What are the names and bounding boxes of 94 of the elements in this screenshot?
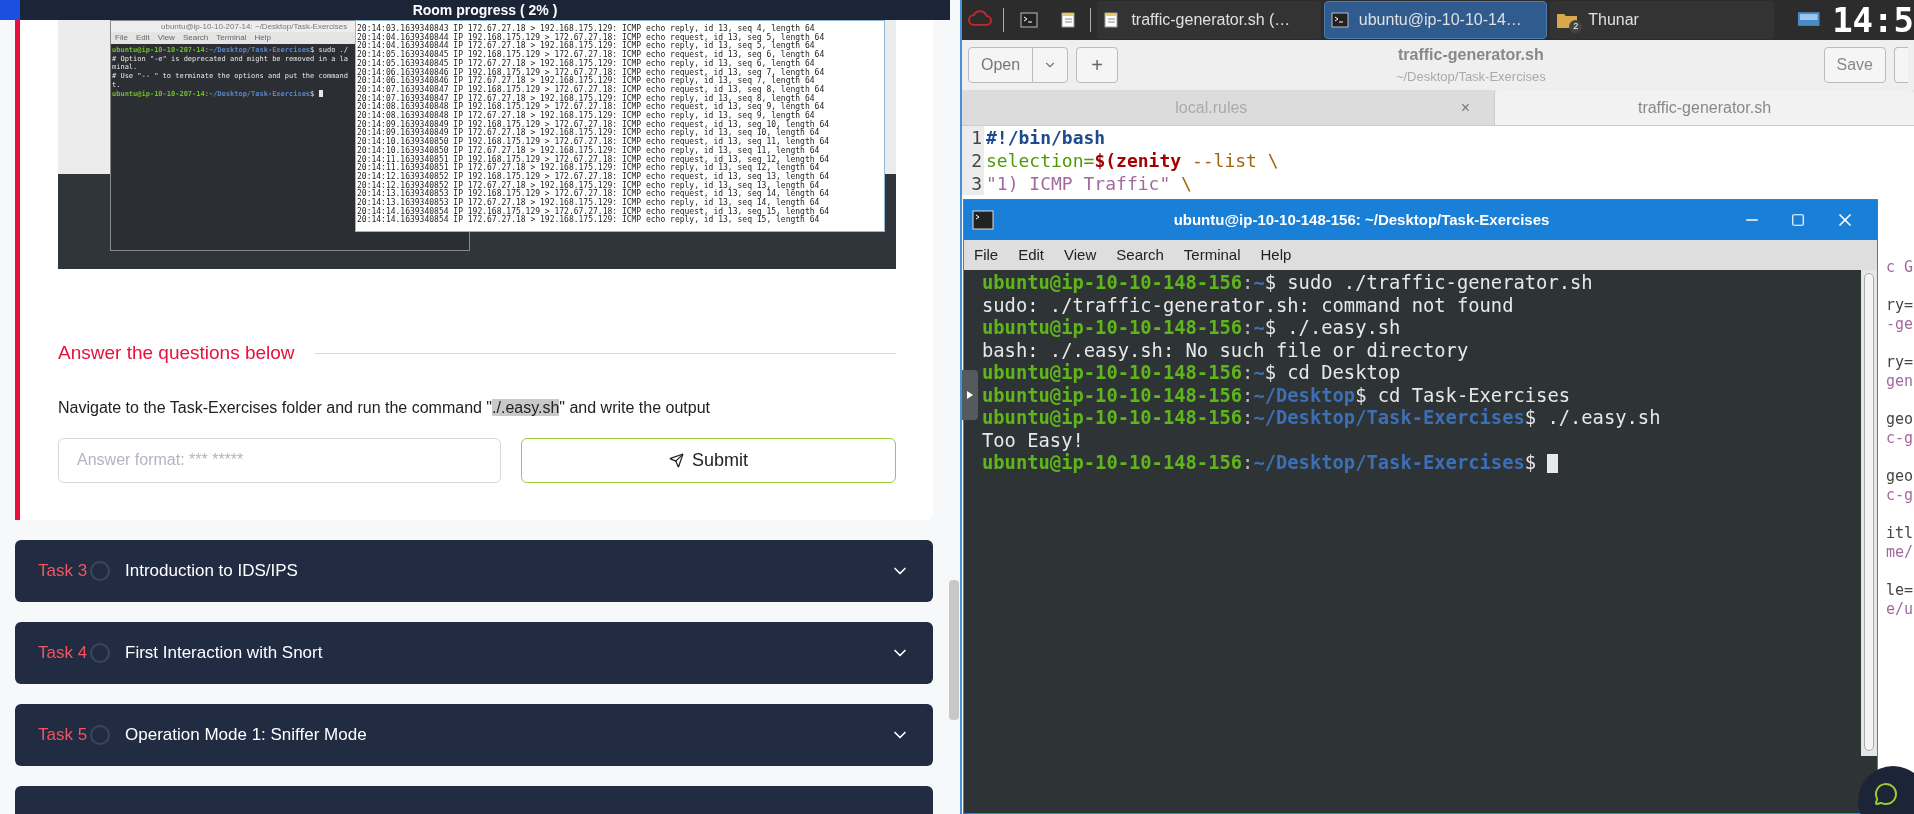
task-label: Task 4	[38, 641, 89, 664]
section-heading: Answer the questions below	[58, 341, 295, 365]
code-fragment: c-g	[1885, 486, 1913, 505]
menu-item[interactable]: Edit	[1018, 243, 1045, 267]
maximize-icon[interactable]	[1791, 213, 1805, 227]
question-text: Navigate to the Task-Exercises folder and run the command "./.easy.sh" and write the output	[58, 397, 711, 418]
side-panel-handle[interactable]	[962, 370, 978, 420]
menu-item[interactable]: Edit	[135, 33, 150, 43]
answer-field[interactable]: Answer format: *** *****	[58, 437, 501, 483]
capture-line: 20:14:14.1639340854 IP 172.67.27.18 > 192.168.175.129: ICMP echo reply, id 13, seq 15, length 64	[357, 216, 821, 226]
terminal-icon	[1330, 12, 1349, 28]
clock: 14:5	[1832, 3, 1914, 37]
editor-subtitle: ~/Desktop/Task-Exercises	[1395, 68, 1546, 87]
menu-item[interactable]: Help	[1260, 243, 1292, 267]
room-progress-banner: Room progress ( 2% )	[20, 0, 950, 20]
chat-icon	[1874, 782, 1898, 806]
line-number: 1	[962, 126, 984, 149]
capture-line: 20:14:07.1639340847 IP 192.168.175.129 > 172.67.27.18: ICMP echo request, id 13, seq 8, length 64	[357, 85, 826, 95]
task-label: Task 3	[38, 559, 89, 582]
menu-item[interactable]: Terminal	[216, 33, 247, 43]
terminal-line: ubuntu@ip-10-10-148-156:~/Desktop/Task-Exercises$	[982, 452, 1861, 475]
window-title: ubuntu@ip-10-10-148-156: ~/Desktop/Task-Exercises	[1172, 209, 1551, 230]
code-fragment: ry=	[1885, 296, 1913, 315]
menu-item[interactable]: File	[974, 243, 999, 267]
task-title: First Interaction with Snort	[125, 641, 324, 664]
terminal-line: Too Easy!	[982, 429, 1085, 452]
taskbar-button[interactable]: 2 Thunar	[1550, 1, 1774, 39]
scrollbar-thumb[interactable]	[949, 580, 959, 720]
terminal-line: bash: ./.easy.sh: No such file or directory	[982, 339, 1470, 362]
code-fragment: -ge	[1885, 315, 1913, 334]
open-button[interactable]: Open	[968, 47, 1069, 83]
header-strip	[0, 0, 20, 20]
editor-tab[interactable]: traffic-generator.sh	[1494, 90, 1914, 125]
code-fragment: itl	[1885, 524, 1913, 543]
taskbar-button[interactable]: traffic-generator.sh (…	[1097, 1, 1321, 39]
code-fragment: ry=	[1885, 353, 1913, 372]
task-title: Introduction to IDS/IPS	[125, 559, 299, 582]
line-number: 2	[962, 149, 984, 172]
count-badge: 2	[1569, 20, 1583, 33]
send-icon	[669, 452, 684, 468]
menu-item[interactable]: File	[115, 33, 128, 43]
menu-item[interactable]: Search	[182, 33, 209, 43]
terminal-line: ubuntu@ip-10-10-148-156:~$ ./.easy.sh	[982, 317, 1402, 340]
menu-item[interactable]: Help	[254, 33, 271, 43]
capture-line: 20:14:08.1639340848 IP 172.67.27.18 > 192.168.175.129: ICMP echo reply, id 13, seq 9, length 64	[357, 112, 816, 121]
code-fragment: geo	[1885, 410, 1913, 429]
editor-title: traffic-generator.sh	[1397, 45, 1544, 66]
capture-line: 20:14:11.1639340851 IP 172.67.27.18 > 192.168.175.129: ICMP echo reply, id 13, seq 12, length 64	[357, 164, 820, 173]
terminal-line: ubuntu@ip-10-10-148-156:~/Desktop$ cd Task-Exercises	[982, 384, 1571, 407]
taskbar-label: traffic-generator.sh (…	[1131, 10, 1291, 30]
task-accordion[interactable]: Task 4 First Interaction with Snort	[15, 621, 933, 684]
menu-item[interactable]: Search	[1116, 243, 1164, 267]
code-fragment: c G	[1885, 258, 1913, 277]
menu-item[interactable]: View	[157, 33, 175, 43]
capture-line: 20:14:13.1639340853 IP 192.168.175.129 > 172.67.27.18: ICMP echo request, id 13, seq 14, length 64	[357, 190, 830, 199]
task-accordion[interactable]: Task 5 Operation Mode 1: Sniffer Mode	[15, 703, 933, 766]
code-fragment: me/	[1885, 543, 1913, 562]
capture-line: 20:14:13.1639340853 IP 172.67.27.18 > 192.168.175.129: ICMP echo reply, id 13, seq 14, length 64	[357, 199, 820, 208]
task-label: Task 5	[38, 723, 89, 746]
save-button[interactable]: Save	[1823, 47, 1886, 83]
terminal-icon	[1020, 12, 1039, 28]
scrollbar-thumb[interactable]	[1864, 273, 1874, 751]
code-fragment: e/u	[1885, 600, 1913, 619]
code-line: "1) ICMP Traffic" \	[985, 172, 1192, 195]
code-line: #!/bin/bash	[985, 126, 1106, 149]
code-fragment: c-g	[1885, 429, 1913, 448]
capture-line: 20:14:05.1639340845 IP 172.67.27.18 > 192.168.175.129: ICMP echo reply, id 13, seq 6, length 64	[357, 59, 815, 69]
terminal-line: sudo: ./traffic-generator.sh: command not found	[982, 294, 1515, 317]
capture-line: 20:14:05.1639340845 IP 192.168.175.129 > 172.67.27.18: ICMP echo request, id 13, seq 6, length 64	[357, 51, 826, 60]
taskbar-label: ubuntu@ip-10-10-14…	[1358, 10, 1522, 30]
play-icon	[967, 391, 973, 399]
terminal-line: ubuntu@ip-10-10-148-156:~$ cd Desktop	[982, 362, 1402, 385]
new-tab-button[interactable]: +	[1076, 47, 1119, 83]
menu-item[interactable]: View	[1064, 243, 1097, 267]
terminal-icon	[972, 210, 994, 230]
terminal-line: ubuntu@ip-10-10-148-156:~/Desktop/Task-Exercises$ ./.easy.sh	[982, 407, 1662, 430]
line-number: 3	[962, 172, 984, 195]
task-accordion[interactable]: Task 3 Introduction to IDS/IPS	[15, 539, 933, 602]
capture-line: 20:14:10.1639340850 IP 172.67.27.18 > 192.168.175.129: ICMP echo reply, id 13, seq 11, length 64	[357, 146, 820, 156]
code-fragment: geo	[1885, 467, 1913, 486]
capture-line: 20:14:12.1639340852 IP 192.168.175.129 > 172.67.27.18: ICMP echo request, id 13, seq 13, length 64	[357, 172, 830, 182]
tab-close-button[interactable]: ×	[1460, 95, 1470, 120]
submit-button[interactable]: Submit	[521, 437, 896, 483]
code-line: selection=$(zenity --list \	[985, 149, 1279, 172]
code-fragment: le=	[1885, 581, 1913, 600]
code-fragment: gen	[1885, 372, 1913, 391]
capture-line: 20:14:08.1639340848 IP 192.168.175.129 > 172.67.27.18: ICMP echo request, id 13, seq 9, length 64	[357, 103, 826, 112]
capture-line: 20:14:06.1639340846 IP 172.67.27.18 > 192.168.175.129: ICMP echo reply, id 13, seq 7, length 64	[357, 77, 815, 86]
taskbar-label: Thunar	[1588, 10, 1639, 30]
terminal-line: ubuntu@ip-10-10-148-156:~$ sudo ./traffic-generator.sh	[982, 272, 1594, 295]
task-title: Operation Mode 1: Sniffer Mode	[125, 723, 368, 746]
menu-item[interactable]: Terminal	[1183, 243, 1241, 267]
capture-line: 20:14:10.1639340850 IP 192.168.175.129 > 172.67.27.18: ICMP echo request, id 13, seq 11, length 64	[357, 138, 830, 147]
taskbar-button[interactable]: ubuntu@ip-10-10-14…	[1323, 1, 1548, 39]
